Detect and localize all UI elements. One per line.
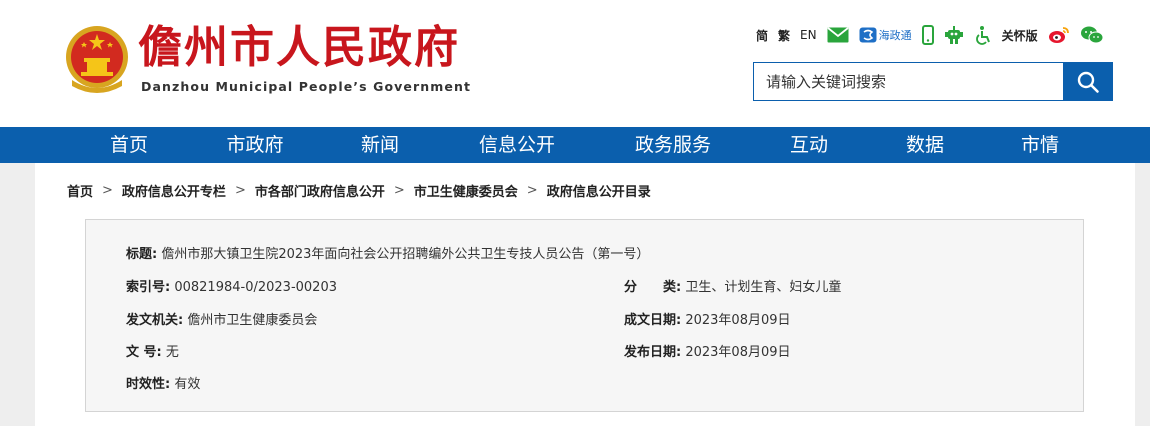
robot-icon[interactable]	[944, 25, 964, 45]
nav-item-data[interactable]: 数据	[906, 127, 944, 163]
english-link[interactable]: EN	[800, 28, 817, 42]
breadcrumb-home[interactable]: 首页	[67, 181, 93, 200]
nav-item-information-disclosure[interactable]: 信息公开	[479, 127, 555, 163]
info-index-row: 索引号: 00821984-0/2023-00203	[126, 276, 337, 295]
info-document-number-row: 文 号: 无	[126, 341, 179, 360]
info-document-number-value: 无	[165, 345, 179, 360]
top-toolbar: 简 繁 EN 海政通 关怀版	[756, 22, 1114, 48]
info-issuer-label: 发文机关:	[126, 313, 184, 328]
haizhengtong-icon	[859, 27, 877, 43]
info-document-number-label: 文 号:	[126, 345, 162, 360]
simplified-chinese-link[interactable]: 简	[756, 27, 768, 44]
info-published-date-label: 发布日期:	[624, 345, 682, 360]
breadcrumb-government-info-column[interactable]: 政府信息公开专栏	[122, 181, 226, 200]
search-button[interactable]	[1063, 63, 1112, 100]
care-mode-link[interactable]: 关怀版	[1002, 27, 1038, 44]
info-validity-label: 时效性:	[126, 377, 171, 392]
info-created-date-value: 2023年08月09日	[685, 313, 791, 328]
breadcrumb-separator: >	[234, 183, 246, 198]
breadcrumb-info-catalog[interactable]: 政府信息公开目录	[547, 181, 651, 200]
search-bar	[753, 62, 1113, 101]
info-created-date-row: 成文日期: 2023年08月09日	[624, 309, 791, 328]
info-title-value: 儋州市那大镇卫生院2023年面向社会公开招聘编外公共卫生专技人员公告（第一号）	[161, 247, 650, 262]
search-input[interactable]	[754, 63, 1064, 100]
site-title[interactable]: 儋州市人民政府	[138, 20, 460, 76]
breadcrumb-health-commission[interactable]: 市卫生健康委员会	[414, 181, 518, 200]
info-category-label: 分 类:	[624, 280, 682, 295]
info-title-row: 标题: 儋州市那大镇卫生院2023年面向社会公开招聘编外公共卫生专技人员公告（第…	[126, 243, 649, 262]
breadcrumb: 首页 > 政府信息公开专栏 > 市各部门政府信息公开 > 市卫生健康委员会 > …	[67, 181, 651, 200]
search-icon	[1077, 71, 1099, 93]
nav-item-city-overview[interactable]: 市情	[1021, 127, 1059, 163]
breadcrumb-separator: >	[526, 183, 538, 198]
main-nav: 首页 市政府 新闻 信息公开 政务服务 互动 数据 市情	[0, 127, 1150, 163]
mobile-icon[interactable]	[921, 25, 934, 45]
info-category-value: 卫生、计划生育、妇女儿童	[685, 280, 842, 295]
info-published-date-value: 2023年08月09日	[685, 345, 791, 360]
nav-item-city-government[interactable]: 市政府	[226, 127, 283, 163]
site-header: 儋州市人民政府 Danzhou Municipal People’s Gover…	[0, 0, 1150, 127]
traditional-chinese-link[interactable]: 繁	[778, 27, 790, 44]
site-subtitle: Danzhou Municipal People’s Government	[141, 79, 472, 94]
breadcrumb-separator: >	[393, 183, 405, 198]
info-index-value: 00821984-0/2023-00203	[174, 280, 337, 295]
breadcrumb-separator: >	[102, 183, 113, 198]
mail-icon[interactable]	[827, 27, 849, 43]
national-emblem-icon[interactable]	[64, 24, 130, 94]
haizhengtong-link[interactable]: 海政通	[859, 27, 912, 43]
info-category-row: 分 类: 卫生、计划生育、妇女儿童	[624, 276, 841, 295]
info-published-date-row: 发布日期: 2023年08月09日	[624, 341, 791, 360]
haizhengtong-label: 海政通	[878, 29, 912, 42]
info-index-label: 索引号:	[126, 280, 171, 295]
info-validity-row: 时效性: 有效	[126, 373, 200, 392]
document-info-box: 标题: 儋州市那大镇卫生院2023年面向社会公开招聘编外公共卫生专技人员公告（第…	[85, 219, 1084, 412]
nav-item-news[interactable]: 新闻	[361, 127, 399, 163]
content-panel: 首页 > 政府信息公开专栏 > 市各部门政府信息公开 > 市卫生健康委员会 > …	[35, 163, 1135, 426]
breadcrumb-department-info[interactable]: 市各部门政府信息公开	[255, 181, 385, 200]
info-created-date-label: 成文日期:	[624, 313, 682, 328]
nav-item-interaction[interactable]: 互动	[790, 127, 828, 163]
accessibility-icon[interactable]	[974, 25, 992, 45]
info-issuer-value: 儋州市卫生健康委员会	[187, 313, 318, 328]
info-title-label: 标题:	[126, 247, 158, 262]
info-validity-value: 有效	[174, 377, 201, 392]
weibo-icon[interactable]	[1048, 26, 1070, 44]
info-issuer-row: 发文机关: 儋州市卫生健康委员会	[126, 309, 317, 328]
wechat-icon[interactable]	[1080, 25, 1104, 45]
nav-item-home[interactable]: 首页	[110, 127, 148, 163]
nav-item-government-services[interactable]: 政务服务	[635, 127, 711, 163]
